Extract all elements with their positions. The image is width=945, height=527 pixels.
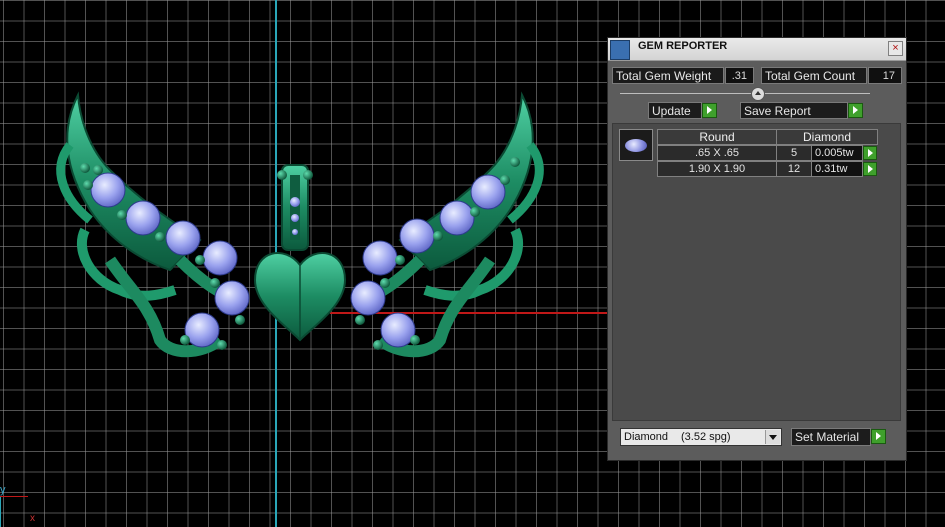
round-diamond-icon — [625, 139, 647, 152]
save-report-label: Save Report — [744, 104, 811, 118]
material-name: Diamond — [624, 431, 669, 443]
title-bar[interactable]: GEM REPORTER × — [608, 38, 906, 61]
row1-go-icon[interactable] — [863, 146, 877, 160]
material-spg: (3.52 spg) — [681, 431, 731, 443]
axis-gizmo-y — [0, 496, 1, 527]
winged-heart-pendant-model[interactable] — [50, 90, 610, 370]
set-material-label: Set Material — [795, 430, 860, 444]
axis-gizmo-x — [0, 496, 28, 497]
material-dropdown[interactable]: Diamond (3.52 spg) — [620, 428, 782, 446]
save-report-go-icon[interactable] — [848, 103, 863, 118]
row2-go-icon[interactable] — [863, 162, 877, 176]
gem-report-area: Round Diamond .65 X .65 5 0.005tw 1.90 X… — [612, 123, 901, 421]
set-material-go-icon[interactable] — [871, 429, 886, 444]
row2-weight: 0.31tw — [811, 161, 863, 177]
collapse-toggle[interactable] — [751, 87, 765, 101]
update-go-icon[interactable] — [702, 103, 717, 118]
update-button[interactable]: Update — [648, 102, 702, 119]
panel-title: GEM REPORTER — [638, 40, 728, 52]
set-material-button[interactable]: Set Material — [791, 428, 871, 446]
row2-count: 12 — [776, 161, 812, 177]
heart — [253, 252, 347, 342]
gem-reporter-icon — [610, 40, 630, 60]
row1-count: 5 — [776, 145, 812, 161]
row1-size: .65 X .65 — [657, 145, 777, 161]
axis-y-label: y — [0, 484, 6, 496]
gem-thumbnail — [619, 129, 653, 161]
update-button-label: Update — [652, 104, 691, 118]
close-icon[interactable]: × — [888, 41, 903, 56]
total-gem-count-value: 17 — [868, 67, 902, 84]
material-header: Diamond — [776, 129, 878, 145]
panel-divider — [620, 93, 870, 94]
row1-weight: 0.005tw — [811, 145, 863, 161]
total-gem-weight-label: Total Gem Weight — [612, 67, 724, 84]
shape-header: Round — [657, 129, 777, 145]
save-report-button[interactable]: Save Report — [740, 102, 848, 119]
total-gem-count-label: Total Gem Count — [761, 67, 867, 84]
chevron-down-icon[interactable] — [765, 430, 780, 444]
gem-reporter-panel: GEM REPORTER × Total Gem Weight .31 Tota… — [607, 37, 907, 461]
row2-size: 1.90 X 1.90 — [657, 161, 777, 177]
axis-x-label: x — [30, 513, 35, 524]
total-gem-weight-value: .31 — [725, 67, 754, 84]
